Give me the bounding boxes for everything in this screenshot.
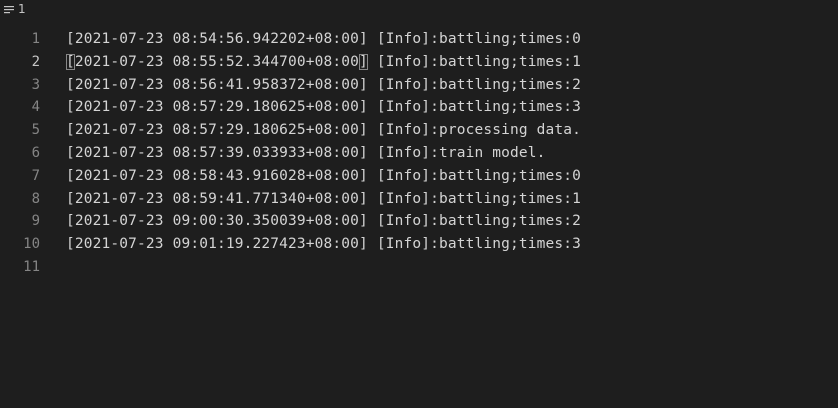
close-bracket: ]: [359, 31, 368, 47]
list-count-label: 1: [18, 2, 26, 16]
open-bracket: [: [66, 190, 75, 207]
editor-top-bar: 1: [0, 0, 26, 18]
close-bracket: ]: [359, 53, 368, 70]
open-bracket: [: [66, 236, 75, 253]
line-text[interactable]: [2021-07-23 09:01:19.227423+08:00] [Info…: [66, 233, 581, 256]
editor-line[interactable]: 4 [2021-07-23 08:57:29.180625+08:00] [Inf…: [0, 96, 838, 119]
open-bracket: [: [66, 122, 75, 139]
line-number: 7: [31, 167, 40, 184]
log-message: [Info]:battling;times:0: [367, 167, 582, 184]
log-message: [Info]:battling;times:2: [367, 213, 582, 230]
open-bracket: [: [66, 31, 75, 47]
line-text[interactable]: [2021-07-23 09:00:30.350039+08:00] [Info…: [66, 210, 581, 233]
line-number: 3: [31, 76, 40, 93]
line-text[interactable]: [2021-07-23 08:57:29.180625+08:00] [Info…: [66, 119, 581, 142]
timestamp: 2021-07-23 08:55:52.344700+08:00: [74, 53, 360, 70]
timestamp: 2021-07-23 08:57:39.033933+08:00: [74, 144, 360, 161]
timestamp: 2021-07-23 09:01:19.227423+08:00: [74, 236, 360, 253]
editor-line[interactable]: 10 [2021-07-23 09:01:19.227423+08:00] [In…: [0, 233, 838, 256]
line-text[interactable]: [2021-07-23 08:58:43.916028+08:00] [Info…: [66, 165, 581, 188]
log-message: [Info]:battling;times:1: [367, 53, 582, 70]
editor-line[interactable]: 7 [2021-07-23 08:58:43.916028+08:00] [Inf…: [0, 165, 838, 188]
log-message: [Info]:battling;times:3: [367, 99, 582, 116]
timestamp: 2021-07-23 08:56:41.958372+08:00: [74, 76, 360, 93]
log-message: [Info]:battling;times:0: [367, 31, 582, 47]
open-bracket: [: [66, 213, 75, 230]
editor-lines[interactable]: 1 [2021-07-23 08:54:56.942202+08:00] [Inf…: [0, 28, 838, 279]
line-number: 11: [23, 258, 40, 275]
line-number: 2: [31, 53, 40, 70]
open-bracket: [: [66, 167, 75, 184]
open-bracket: [: [66, 99, 75, 116]
close-bracket: ]: [359, 99, 368, 116]
close-bracket: ]: [359, 144, 368, 161]
log-message: [Info]:battling;times:2: [367, 76, 582, 93]
open-bracket: [: [66, 76, 75, 93]
line-number: 8: [31, 190, 40, 207]
close-bracket: ]: [359, 76, 368, 93]
close-bracket: ]: [359, 236, 368, 253]
timestamp: 2021-07-23 08:57:29.180625+08:00: [74, 99, 360, 116]
log-message: [Info]:battling;times:1: [367, 190, 582, 207]
log-message: [Info]:train model.: [367, 144, 546, 161]
line-text[interactable]: [2021-07-23 08:55:52.344700+08:00] [Info…: [66, 51, 581, 74]
open-bracket: [: [66, 53, 75, 70]
editor-line[interactable]: 3 [2021-07-23 08:56:41.958372+08:00] [Inf…: [0, 74, 838, 97]
open-bracket: [: [66, 144, 75, 161]
editor-line[interactable]: 2 [2021-07-23 08:55:52.344700+08:00] [Inf…: [0, 51, 838, 74]
list-lines-icon[interactable]: [4, 4, 14, 14]
timestamp: 2021-07-23 08:54:56.942202+08:00: [74, 31, 360, 47]
editor-line[interactable]: 6 [2021-07-23 08:57:39.033933+08:00] [Inf…: [0, 142, 838, 165]
line-number: 4: [31, 99, 40, 116]
timestamp: 2021-07-23 09:00:30.350039+08:00: [74, 213, 360, 230]
line-text[interactable]: [2021-07-23 08:57:29.180625+08:00] [Info…: [66, 96, 581, 119]
editor-line[interactable]: 8 [2021-07-23 08:59:41.771340+08:00] [Inf…: [0, 188, 838, 211]
editor-line[interactable]: 5 [2021-07-23 08:57:29.180625+08:00] [Inf…: [0, 119, 838, 142]
close-bracket: ]: [359, 167, 368, 184]
timestamp: 2021-07-23 08:58:43.916028+08:00: [74, 167, 360, 184]
timestamp: 2021-07-23 08:57:29.180625+08:00: [74, 122, 360, 139]
timestamp: 2021-07-23 08:59:41.771340+08:00: [74, 190, 360, 207]
line-text[interactable]: [2021-07-23 08:56:41.958372+08:00] [Info…: [66, 74, 581, 97]
line-number: 9: [31, 213, 40, 230]
line-number: 1: [31, 31, 40, 47]
close-bracket: ]: [359, 213, 368, 230]
editor-line[interactable]: 1 [2021-07-23 08:54:56.942202+08:00] [Inf…: [0, 28, 838, 51]
editor-line[interactable]: 9 [2021-07-23 09:00:30.350039+08:00] [Inf…: [0, 210, 838, 233]
line-text[interactable]: [2021-07-23 08:59:41.771340+08:00] [Info…: [66, 188, 581, 211]
line-number: 5: [31, 122, 40, 139]
editor-line[interactable]: 11: [0, 256, 838, 279]
log-message: [Info]:battling;times:3: [367, 236, 582, 253]
close-bracket: ]: [359, 122, 368, 139]
line-text[interactable]: [2021-07-23 08:57:39.033933+08:00] [Info…: [66, 142, 546, 165]
line-number: 10: [23, 236, 40, 253]
text-editor[interactable]: 1 1 [2021-07-23 08:54:56.942202+08:00] [I…: [0, 0, 838, 408]
line-text[interactable]: [2021-07-23 08:54:56.942202+08:00] [Info…: [66, 28, 581, 51]
log-message: [Info]:processing data.: [367, 122, 582, 139]
close-bracket: ]: [359, 190, 368, 207]
line-number: 6: [31, 144, 40, 161]
